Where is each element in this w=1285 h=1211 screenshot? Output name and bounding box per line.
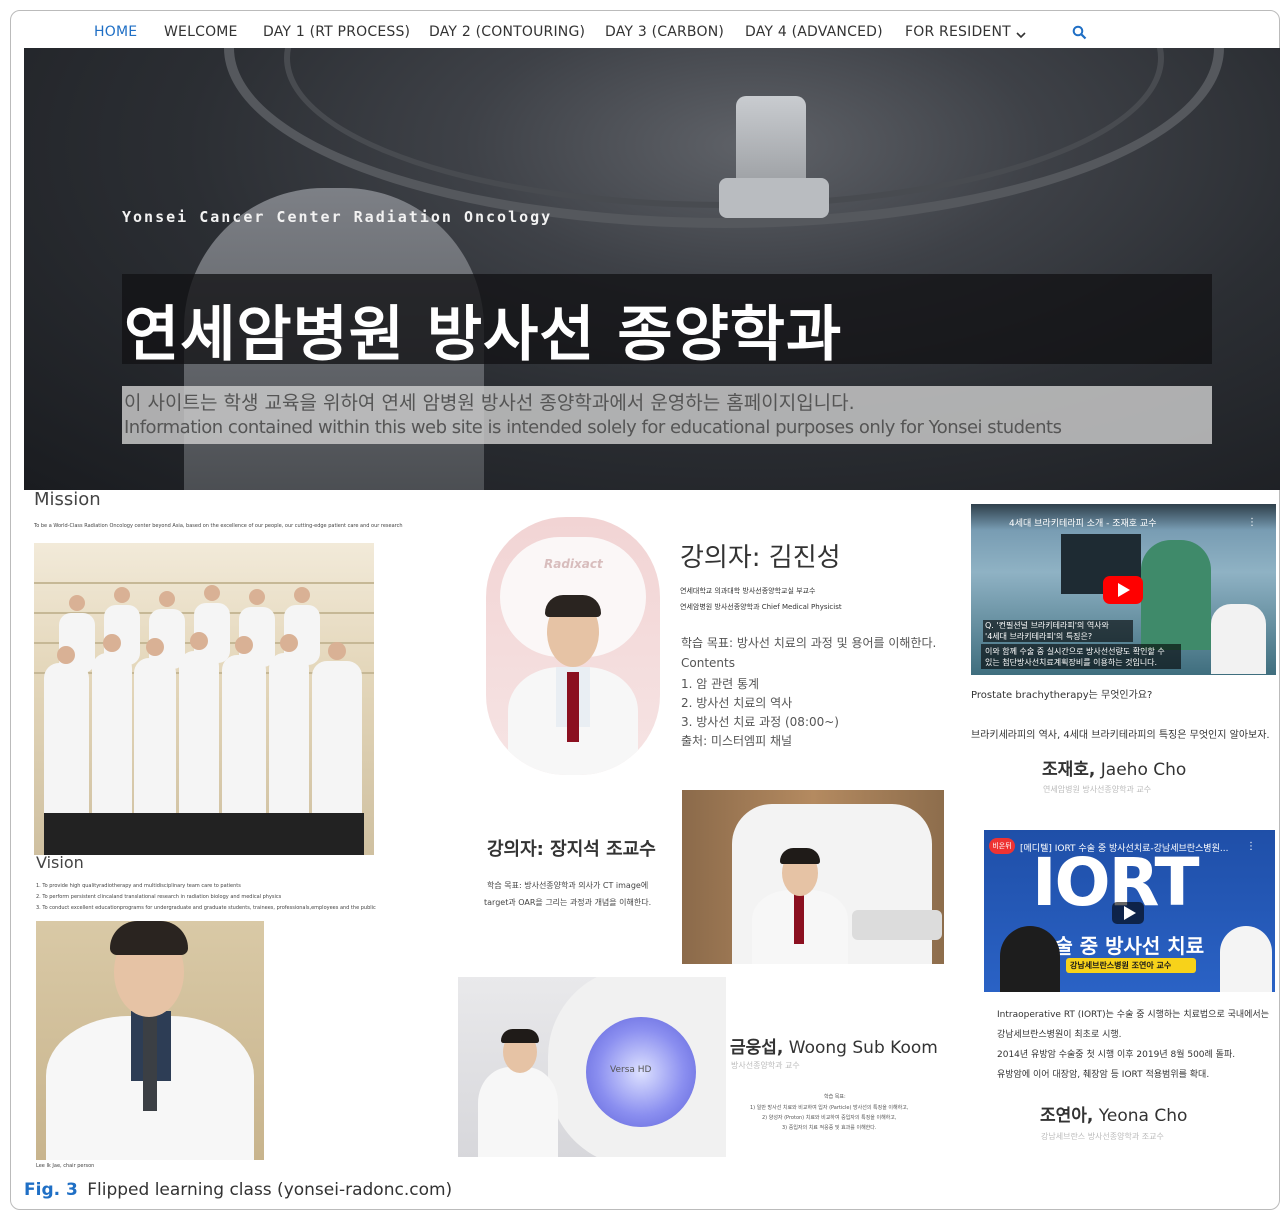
nav-home[interactable]: HOME [94, 24, 137, 40]
lecture3-goal-label: 학습 목표: [824, 1094, 846, 1100]
lecturer2-photo [682, 790, 944, 964]
ceiling-arm-head [719, 178, 829, 218]
hero-banner: Yonsei Cancer Center Radiation Oncology … [24, 48, 1280, 490]
hero-info-korean: 이 사이트는 학생 교육을 위하여 연세 암병원 방사선 종양학과에서 운영하는… [124, 392, 855, 414]
video2-guest [1220, 926, 1272, 992]
nav-welcome[interactable]: WELCOME [164, 24, 238, 40]
video2-band: 수술 중 방사선 치료 [1036, 934, 1205, 958]
video2-desc-2: 강남세브란스병원이 최초로 시행. [997, 1030, 1122, 1040]
lecture2-goal-2: target과 OAR을 그리는 과정과 개념을 이해한다. [484, 898, 652, 907]
video2-desc-1: Intraoperative RT (IORT)는 수술 중 시행하는 치료법으… [997, 1010, 1269, 1020]
lecturer1-hair [545, 595, 601, 617]
youtube-play-icon[interactable] [1103, 576, 1143, 604]
nav-day2[interactable]: DAY 2 (CONTOURING) [429, 24, 585, 40]
lecture3-name-en: Woong Sub Koom [788, 1038, 938, 1058]
hero-info-box: 이 사이트는 학생 교육을 위하여 연세 암병원 방사선 종양학과에서 운영하는… [122, 386, 1212, 444]
lecture3-goal-2: 2) 양성자 (Proton) 치료와 비교하여 중입자의 특징을 이해하고, [762, 1115, 897, 1121]
video1-presenter [1211, 604, 1266, 674]
lecture3-name-ko: 금웅섭, [730, 1038, 784, 1058]
hero-title: 연세암병원 방사선 종양학과 [124, 300, 843, 370]
chair-tie [143, 1016, 157, 1111]
lecture1-title: 강의자: 김진성 [680, 543, 841, 573]
lecture1-affil1: 연세대학교 의과대학 방사선종양학교실 부교수 [680, 587, 816, 595]
mission-heading: Mission [34, 489, 101, 510]
video2-name: 조연아, Yeona Cho [1040, 1101, 1187, 1126]
video2-name-en: Yeona Cho [1098, 1106, 1188, 1126]
video1-surgeon [1141, 540, 1211, 650]
lecture1-goal: 학습 목표: 방사선 치료의 과정 및 용어를 이해한다. [681, 636, 937, 650]
nav-day1[interactable]: DAY 1 (RT PROCESS) [263, 24, 410, 40]
machine-panel [852, 910, 942, 940]
video1-title: 4세대 브라키테라피 소개 - 조재호 교수 [1009, 519, 1157, 529]
video1-desc-2: 브라키세라피의 역사, 4세대 브라키테라피의 특징은 무엇인지 알아보자. [971, 730, 1270, 741]
vision-item-3: 3. To conduct excellent educationprogram… [36, 905, 376, 911]
video1-name: 조재호, Jaeho Cho [1042, 755, 1186, 780]
lecture1-content-3: 3. 방사선 치료 과정 (08:00~) [681, 715, 839, 729]
lecturer1-tie [567, 672, 579, 742]
video1-name-en: Jaeho Cho [1100, 760, 1187, 780]
mission-text: To be a World-Class Radiation Oncology c… [34, 523, 403, 529]
more-vert-icon[interactable]: ⋮ [1247, 517, 1257, 528]
team-photo [34, 543, 374, 855]
nav-day4[interactable]: DAY 4 (ADVANCED) [745, 24, 883, 40]
lecture2-goal-1: 학습 목표: 방사선종양학과 의사가 CT image에 [487, 881, 649, 890]
nav-day3[interactable]: DAY 3 (CARBON) [605, 24, 724, 40]
lecturer3-photo: Versa HD [458, 977, 726, 1157]
hero-info-english: Information contained within this web si… [124, 417, 1062, 438]
video1-player[interactable]: 4세대 브라키테라피 소개 - 조재호 교수 ⋮ Q. '컨필션널 브라키테라피… [971, 504, 1276, 675]
chevron-down-icon[interactable] [1015, 26, 1027, 45]
video1-caption-1: Q. '컨필션널 브라키테라피'의 역사와 [985, 621, 1109, 630]
lecture3-goal-3: 3) 중입자의 치료 적응증 및 효과를 이해한다. [782, 1125, 877, 1131]
lecturer3-hair [501, 1029, 539, 1043]
lecture2-title: 강의자: 장지석 조교수 [487, 839, 656, 860]
video1-subtitle-2: 있는 첨단방사선치료계획장비를 이용하는 것입니다. [985, 658, 1158, 667]
top-navigation: HOME WELCOME DAY 1 (RT PROCESS) DAY 2 (C… [0, 14, 1285, 50]
chair-photo [36, 921, 264, 1160]
play-triangle-icon [1118, 583, 1130, 597]
video2-name-ko: 조연아, [1040, 1106, 1094, 1126]
lecturer1-photo: Radixact [486, 517, 660, 775]
figure-label: Fig. 3 [24, 1180, 78, 1200]
more-vert-icon[interactable]: ⋮ [1246, 841, 1256, 852]
lecture1-content-2: 2. 방사선 치료의 역사 [681, 696, 793, 710]
lecture3-name: 금웅섭, Woong Sub Koom [730, 1033, 938, 1058]
chair-hair [110, 921, 188, 955]
lecture1-contents-label: Contents [681, 656, 735, 670]
video1-name-ko: 조재호, [1042, 760, 1096, 780]
lecture3-goal-1: 1) 일반 방사선 치료와 비교하여 입자 (Particle) 방사선의 특징… [750, 1105, 909, 1111]
lecture1-affil2: 연세암병원 방사선종양학과 Chief Medical Physicist [680, 603, 842, 611]
video2-sub: 강남세브란스병원 조연아 교수 [1070, 961, 1172, 970]
lecture1-source: 출처: 미스터엠피 채널 [681, 734, 793, 748]
video2-channel-badge: 비온뒤 [989, 838, 1015, 854]
chair-caption: Lee Ik Jae, chair person [36, 1163, 95, 1169]
lecture1-content-1: 1. 암 관련 통계 [681, 677, 760, 691]
nav-for-resident[interactable]: FOR RESIDENT [905, 24, 1011, 40]
lecturer2-hair [780, 848, 820, 864]
video2-desc-4: 유방암에 이어 대장암, 췌장암 등 IORT 적용범위를 확대. [997, 1070, 1210, 1080]
video2-play-button[interactable] [1112, 902, 1144, 924]
video2-host [1000, 926, 1060, 992]
versa-label: Versa HD [610, 1065, 652, 1075]
lecture3-affil: 방사선종양학과 교수 [731, 1061, 800, 1070]
play-icon [1124, 906, 1136, 920]
video1-affil: 연세암병원 방사선종양학과 교수 [1043, 785, 1152, 794]
lecturer3-coat [478, 1067, 558, 1157]
vision-heading: Vision [36, 853, 84, 872]
video1-desc-1: Prostate brachytherapy는 무엇인가요? [971, 690, 1153, 701]
figure-caption: Fig. 3 Flipped learning class (yonsei-ra… [24, 1180, 452, 1200]
figure-caption-text: Flipped learning class (yonsei-radonc.co… [87, 1180, 453, 1200]
lecturer2-tie [794, 894, 804, 944]
video2-player[interactable]: 비온뒤 [메디텔] IORT 수술 중 방사선치료-강남세브란스병원... ⋮ … [984, 830, 1275, 992]
video2-affil: 강남세브란스 방사선종양학과 조교수 [1041, 1132, 1164, 1141]
vision-item-2: 2. To perform persistent clincaland tran… [36, 894, 282, 900]
video1-subtitle-1: 이와 함께 수술 중 실시간으로 방사선선량도 확인할 수 [985, 647, 1165, 656]
video2-desc-3: 2014년 유방암 수술중 첫 시행 이후 2019년 8월 500례 돌파. [997, 1050, 1236, 1060]
vision-item-1: 1. To provide high qualityradiotherapy a… [36, 883, 241, 889]
team-photo-art [34, 582, 374, 855]
hero-subtitle: Yonsei Cancer Center Radiation Oncology [122, 208, 553, 226]
search-icon[interactable] [1072, 25, 1087, 44]
radixact-label: Radixact [544, 557, 603, 571]
video1-caption-2: '4세대 브라키테라피'의 특징은? [985, 632, 1093, 641]
